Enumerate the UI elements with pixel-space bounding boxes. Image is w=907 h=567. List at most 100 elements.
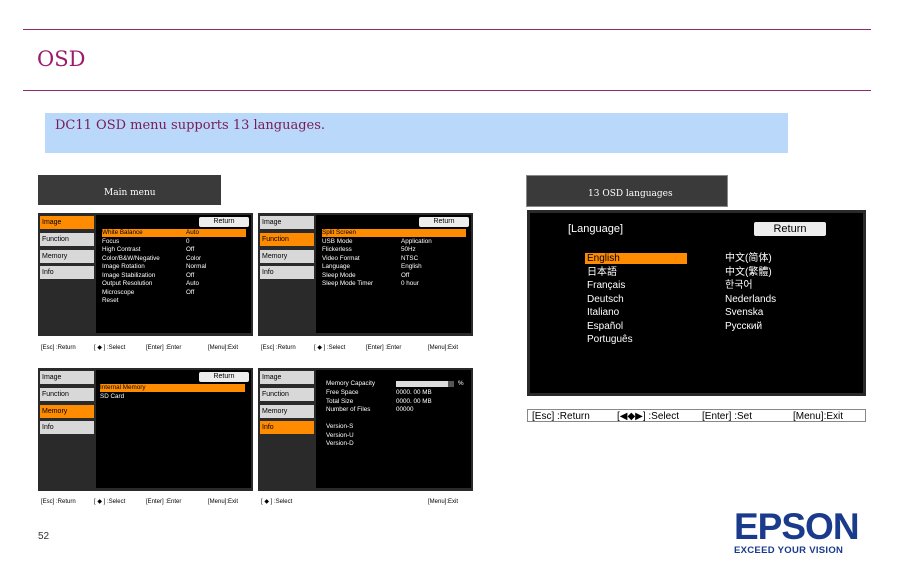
tab-function[interactable]: Function [260, 388, 314, 401]
menu-row-value: Off [186, 288, 195, 296]
page-number: 52 [38, 531, 50, 542]
esc-hint: [Esc] :Return [41, 499, 76, 505]
menu-row-value: Normal [186, 263, 207, 270]
tab-memory[interactable]: Memory [40, 250, 94, 263]
capacity-bar-fill [396, 381, 449, 387]
tab-image[interactable]: Image [40, 216, 94, 229]
menu-row[interactable]: White Balance Auto [102, 229, 246, 237]
select-hint: [ ◆ ] :Select [94, 499, 126, 505]
menu-row[interactable]: Image Stabilization Off [102, 272, 246, 280]
select-hint: [ ◆ ] :Select [94, 345, 126, 351]
tab-memory[interactable]: Memory [260, 405, 314, 418]
tab-memory[interactable]: Memory [40, 405, 94, 418]
language-key-bar: [Esc] :Return [◀◆▶] :Select [Enter] :Set… [527, 409, 866, 422]
tab-info[interactable]: Info [260, 266, 314, 279]
tab-image[interactable]: Image [40, 371, 94, 384]
set-hint: [Enter] :Set [702, 411, 753, 422]
menu-row[interactable]: Microscope Off [102, 289, 246, 297]
menu-row-value: 0 hour [401, 280, 419, 287]
language-option[interactable]: Deutsch [585, 294, 687, 305]
screen-info-key-bar: [ ◆ ] :Select [Menu]:Exit [258, 498, 473, 506]
menu-row-label: Language [322, 263, 351, 270]
return-button[interactable]: Return [419, 217, 469, 227]
tab-image[interactable]: Image [260, 216, 314, 229]
menu-row[interactable]: Image Rotation Normal [102, 263, 246, 271]
menu-row[interactable]: Flickerless 50Hz [322, 246, 466, 254]
language-option[interactable]: Français [585, 280, 687, 291]
language-option[interactable]: 日本語 [585, 267, 687, 278]
main-menu-label: Main menu [38, 175, 221, 205]
language-option[interactable]: English [585, 253, 687, 264]
menu-row-label: USB Mode [322, 237, 353, 245]
language-option[interactable]: Русский [723, 321, 825, 332]
return-button[interactable]: Return [199, 217, 249, 227]
menu-row[interactable]: Output Resolution Auto [102, 280, 246, 288]
menu-row[interactable]: Color/B&W/Negative Color [102, 255, 246, 263]
menu-row-value: 0 [186, 237, 190, 245]
menu-row[interactable]: Internal Memory [100, 384, 245, 392]
language-option[interactable]: Nederlands [723, 294, 825, 305]
tab-memory[interactable]: Memory [260, 250, 314, 263]
menu-row[interactable]: Language English [322, 263, 466, 271]
language-header: [Language] [568, 223, 624, 235]
logo-wordmark: EPSON [734, 506, 860, 547]
return-button[interactable]: Return [199, 372, 249, 382]
language-option[interactable]: 中文(简体) [723, 253, 825, 264]
menu-row[interactable]: Video Format NTSC [322, 255, 466, 263]
menu-row-label: Sleep Mode Timer [322, 280, 374, 287]
menu-row-value: Off [186, 271, 195, 279]
language-option[interactable]: 中文(繁體) [723, 267, 825, 278]
title-rule [23, 90, 871, 91]
version-row: Version-D [326, 440, 354, 447]
menu-row-label: Microscope [102, 288, 135, 296]
menu-row[interactable]: Sleep Mode Timer 0 hour [322, 280, 466, 288]
menu-row-label: Internal Memory [100, 384, 146, 391]
esc-hint: [Esc] :Return [41, 345, 76, 351]
menu-row[interactable]: Free Space 0000. 00 MB [326, 389, 466, 397]
language-option[interactable]: Español [585, 321, 687, 332]
tab-info[interactable]: Info [260, 421, 314, 434]
tab-function[interactable]: Function [260, 233, 314, 246]
menu-row-label: Image Rotation [102, 263, 145, 270]
menu-row-value: NTSC [401, 254, 419, 262]
tab-info[interactable]: Info [40, 421, 94, 434]
language-option[interactable]: Italiano [585, 307, 687, 318]
tab-image[interactable]: Image [260, 371, 314, 384]
menu-row[interactable]: USB Mode Application [322, 238, 466, 246]
enter-hint: [Enter] :Enter [146, 499, 182, 505]
tab-info[interactable]: Info [40, 266, 94, 279]
menu-row-label: White Balance [102, 229, 143, 236]
menu-row[interactable]: Sleep Mode Off [322, 272, 466, 280]
language-option[interactable]: Português [585, 334, 687, 345]
language-option[interactable]: Svenska [723, 307, 825, 318]
menu-row[interactable]: High Contrast Off [102, 246, 246, 254]
menu-row-value: Auto [186, 229, 199, 236]
menu-row[interactable]: Number of Files 00000 [326, 406, 466, 414]
menu-row[interactable]: Reset [102, 297, 246, 305]
menu-row-label: Video Format [322, 254, 360, 262]
menu-hint: [Menu]:Exit [793, 411, 844, 422]
languages-label: 13 OSD languages [526, 175, 728, 207]
menu-row-label: Split Screen [322, 229, 356, 236]
select-hint: [◀◆▶] :Select [617, 411, 679, 422]
tab-function[interactable]: Function [40, 388, 94, 401]
esc-hint: [Esc] :Return [261, 345, 296, 351]
languages-label-text: 13 OSD languages [588, 189, 673, 199]
menu-row-value: 00000 [396, 406, 414, 413]
enter-hint: [Enter] :Enter [366, 345, 402, 351]
version-row: Version-S [326, 423, 354, 430]
menu-row-value: English [401, 263, 422, 270]
language-option[interactable]: 한국어 [723, 280, 825, 291]
capacity-bar [396, 381, 454, 387]
menu-row[interactable]: Split Screen [322, 229, 466, 237]
menu-row[interactable]: Total Size 0000. 00 MB [326, 398, 466, 406]
epson-logo: EPSON EXCEED YOUR VISION [734, 506, 874, 557]
menu-row[interactable]: SD Card [100, 393, 245, 401]
menu-row[interactable]: Focus 0 [102, 238, 246, 246]
menu-row-label: Sleep Mode [322, 271, 356, 279]
return-button[interactable]: Return [754, 222, 826, 236]
menu-row-value: 50Hz [401, 246, 416, 253]
menu-row-label: Free Space [326, 389, 359, 396]
tab-function[interactable]: Function [40, 233, 94, 246]
info-banner: DC11 OSD menu supports 13 languages. [45, 113, 788, 153]
